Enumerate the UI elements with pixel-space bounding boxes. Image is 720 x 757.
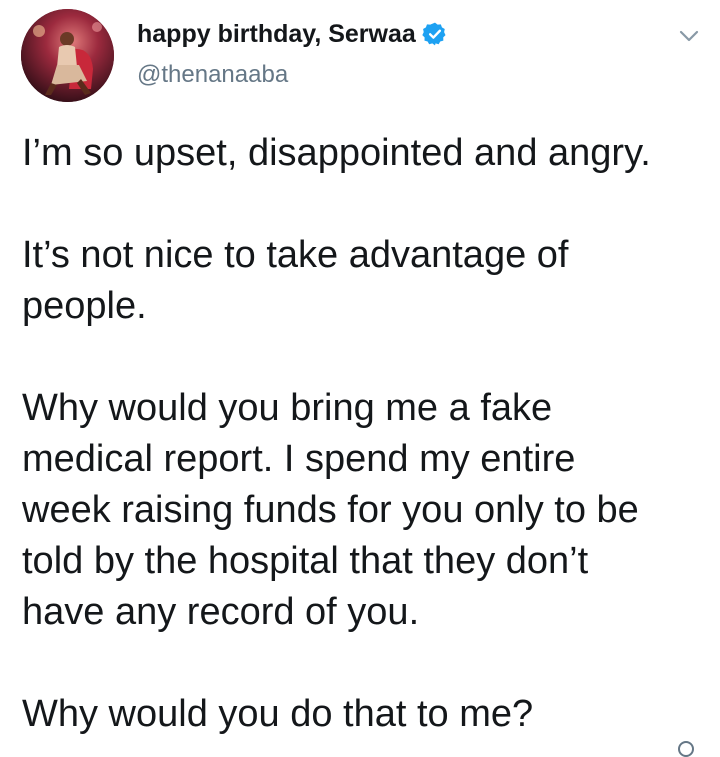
partial-icon: [678, 741, 694, 757]
author-display-name[interactable]: happy birthday, Serwaa: [137, 20, 416, 49]
tweet-text: I’m so upset, disappointed and angry. It…: [22, 128, 702, 740]
tweet-paragraph: Why would you do that to me?: [22, 693, 534, 735]
author-handle[interactable]: @thenanaaba: [137, 61, 288, 89]
avatar-photo: [21, 9, 114, 102]
tweet-paragraph: I’m so upset, disappointed and angry.: [22, 132, 651, 174]
verified-badge-icon: [422, 22, 446, 46]
author-avatar[interactable]: [21, 9, 114, 102]
tweet-paragraph: Why would you bring me a fake medical re…: [22, 387, 639, 633]
author-name-row[interactable]: happy birthday, Serwaa: [137, 17, 448, 51]
chevron-down-icon[interactable]: [677, 24, 701, 48]
tweet-paragraph: It’s not nice to take advantage of peopl…: [22, 234, 569, 327]
tweet-card: happy birthday, Serwaa @thenanaaba I’m s…: [0, 0, 720, 757]
